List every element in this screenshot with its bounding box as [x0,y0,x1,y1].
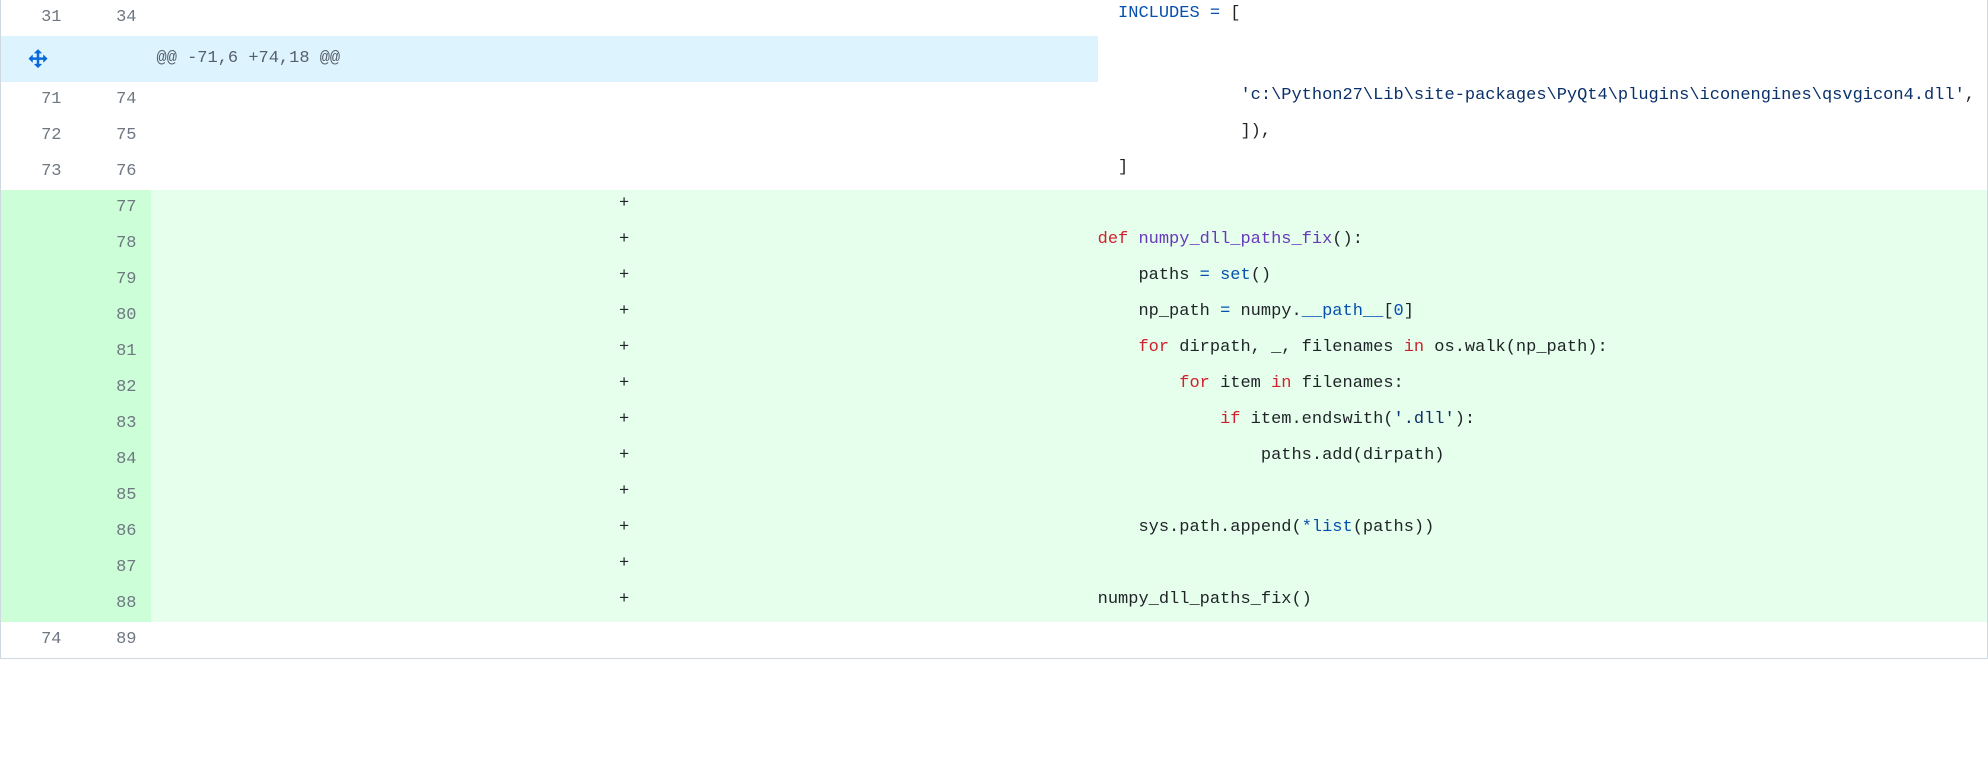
new-line-number[interactable]: 84 [76,442,151,478]
diff-line: 87+ [1,550,1988,586]
diff-marker: + [151,334,1098,370]
diff-marker: + [151,586,1098,622]
diff-table: 3134 INCLUDES = [@@ -71,6 +74,18 @@7174 … [0,0,1988,659]
diff-line: 78+def numpy_dll_paths_fix(): [1,226,1988,262]
old-line-number[interactable] [1,406,76,442]
diff-marker: + [151,298,1098,334]
diff-line: 84+ paths.add(dirpath) [1,442,1988,478]
code-content: 'c:\Python27\Lib\site-packages\PyQt4\plu… [1098,82,1988,118]
old-line-number[interactable] [1,370,76,406]
old-line-number[interactable] [1,262,76,298]
diff-marker: + [151,478,1098,514]
diff-line: 85+ [1,478,1988,514]
diff-line: 81+ for dirpath, _, filenames in os.walk… [1,334,1988,370]
diff-line: 7376 ] [1,154,1988,190]
new-line-number[interactable]: 75 [76,118,151,154]
code-content: def numpy_dll_paths_fix(): [1098,226,1988,262]
hunk-header-row: @@ -71,6 +74,18 @@ [1,36,1988,82]
marker-cell [76,36,151,82]
code-content: for item in filenames: [1098,370,1988,406]
diff-marker [151,82,1098,118]
old-line-number[interactable] [1,190,76,226]
code-content [1098,478,1988,514]
old-line-number[interactable] [1,514,76,550]
code-content [1098,190,1988,226]
code-content: numpy_dll_paths_fix() [1098,586,1988,622]
diff-marker: + [151,406,1098,442]
diff-marker: + [151,550,1098,586]
code-content [1098,550,1988,586]
old-line-number[interactable]: 71 [1,82,76,118]
diff-line: 80+ np_path = numpy.__path__[0] [1,298,1988,334]
diff-marker: + [151,190,1098,226]
diff-marker [151,118,1098,154]
code-content: paths.add(dirpath) [1098,442,1988,478]
new-line-number[interactable]: 74 [76,82,151,118]
new-line-number[interactable]: 86 [76,514,151,550]
diff-line: 79+ paths = set() [1,262,1988,298]
code-content: ]), [1098,118,1988,154]
diff-marker [151,0,1098,36]
old-line-number[interactable] [1,226,76,262]
diff-line: 7275 ]), [1,118,1988,154]
new-line-number[interactable]: 76 [76,154,151,190]
new-line-number[interactable]: 85 [76,478,151,514]
old-line-number[interactable] [1,478,76,514]
new-line-number[interactable]: 77 [76,190,151,226]
hunk-header-text: @@ -71,6 +74,18 @@ [151,36,1098,82]
diff-line: 7489 [1,622,1988,659]
code-content: np_path = numpy.__path__[0] [1098,298,1988,334]
diff-marker: + [151,370,1098,406]
diff-line: 77+ [1,190,1988,226]
diff-line: 7174 'c:\Python27\Lib\site-packages\PyQt… [1,82,1988,118]
old-line-number[interactable]: 73 [1,154,76,190]
code-content: for dirpath, _, filenames in os.walk(np_… [1098,334,1988,370]
diff-marker [151,622,1098,659]
new-line-number[interactable]: 78 [76,226,151,262]
old-line-number[interactable] [1,334,76,370]
new-line-number[interactable]: 89 [76,622,151,659]
diff-line: 83+ if item.endswith('.dll'): [1,406,1988,442]
old-line-number[interactable] [1,550,76,586]
code-content: INCLUDES = [ [1098,0,1988,36]
new-line-number[interactable]: 87 [76,550,151,586]
new-line-number[interactable]: 83 [76,406,151,442]
code-content [1098,622,1988,659]
diff-line: 86+ sys.path.append(*list(paths)) [1,514,1988,550]
new-line-number[interactable]: 80 [76,298,151,334]
code-content: paths = set() [1098,262,1988,298]
diff-line: 88+numpy_dll_paths_fix() [1,586,1988,622]
new-line-number[interactable]: 34 [76,0,151,36]
diff-marker: + [151,262,1098,298]
old-line-number[interactable] [1,586,76,622]
new-line-number[interactable]: 82 [76,370,151,406]
diff-marker: + [151,442,1098,478]
old-line-number[interactable]: 74 [1,622,76,659]
diff-marker: + [151,514,1098,550]
diff-marker [151,154,1098,190]
new-line-number[interactable]: 88 [76,586,151,622]
code-content: if item.endswith('.dll'): [1098,406,1988,442]
diff-line: 3134 INCLUDES = [ [1,0,1988,36]
code-content: ] [1098,154,1988,190]
old-line-number[interactable]: 31 [1,0,76,36]
code-content: sys.path.append(*list(paths)) [1098,514,1988,550]
old-line-number[interactable]: 72 [1,118,76,154]
diff-line: 82+ for item in filenames: [1,370,1988,406]
diff-marker: + [151,226,1098,262]
old-line-number[interactable] [1,298,76,334]
expand-icon[interactable] [1,36,76,82]
old-line-number[interactable] [1,442,76,478]
new-line-number[interactable]: 79 [76,262,151,298]
new-line-number[interactable]: 81 [76,334,151,370]
